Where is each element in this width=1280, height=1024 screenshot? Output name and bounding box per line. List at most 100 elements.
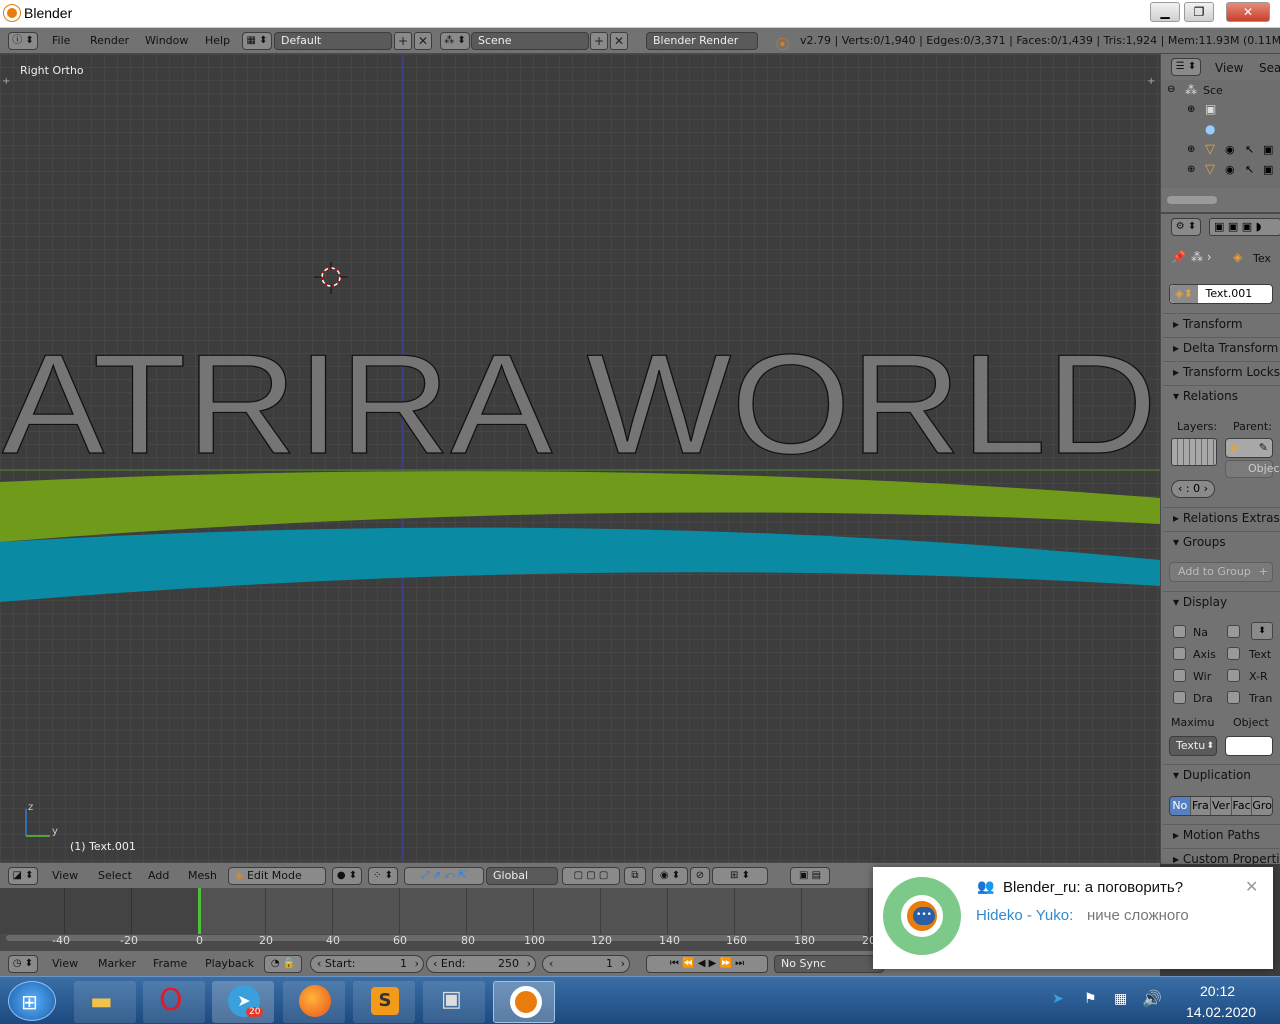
menu-mesh[interactable]: Mesh	[188, 869, 217, 882]
menu-view[interactable]: View	[52, 957, 78, 970]
checkbox[interactable]	[1173, 669, 1186, 682]
checkbox[interactable]	[1173, 647, 1186, 660]
scene-field[interactable]: Scene	[471, 32, 589, 50]
flag-tray-icon[interactable]: ⚑	[1084, 991, 1097, 1007]
snap-toggle[interactable]: ⊘	[690, 867, 710, 885]
sync-select[interactable]: No Sync	[774, 955, 884, 973]
add-scene-button[interactable]: +	[590, 32, 608, 50]
add-to-group-button[interactable]: Add to Group +	[1169, 562, 1273, 582]
proportional-edit-select[interactable]: ◉ ⬍	[652, 867, 688, 885]
panel-display[interactable]: ▾ Display	[1163, 591, 1280, 613]
playback-controls[interactable]: ⏮ ⏪ ◀ ▶ ⏩ ⏭	[646, 955, 768, 973]
end-frame-field[interactable]: ‹ End: 250 ›	[426, 955, 536, 973]
expand-icon[interactable]: ⊕	[1187, 164, 1195, 175]
taskbar-sublime[interactable]: S	[353, 981, 415, 1023]
outliner-search-menu[interactable]: Sear	[1259, 61, 1280, 75]
menu-select[interactable]: Select	[98, 869, 132, 882]
camera-render-icon[interactable]: ▣	[1263, 143, 1273, 156]
menu-marker[interactable]: Marker	[98, 957, 136, 970]
outliner-scrollbar[interactable]	[1167, 196, 1217, 204]
panel-relations-extras[interactable]: ▸ Relations Extras	[1163, 507, 1280, 529]
close-button[interactable]: ✕	[1226, 2, 1270, 22]
select-mode-buttons[interactable]: ▢ ▢ ▢	[562, 867, 620, 885]
menu-file[interactable]: File	[52, 34, 70, 47]
menu-window[interactable]: Window	[145, 34, 188, 47]
object-color-swatch[interactable]	[1225, 736, 1273, 756]
clock-date[interactable]: 14.02.2020	[1186, 1004, 1256, 1020]
checkbox[interactable]	[1227, 647, 1240, 660]
minimize-button[interactable]: ▁	[1150, 2, 1180, 22]
taskbar-app[interactable]: ▣	[423, 981, 485, 1023]
properties-editor-icon[interactable]: ⚙ ⬍	[1171, 218, 1201, 236]
dup-verts[interactable]: Ver	[1210, 797, 1231, 815]
shading-select[interactable]: ● ⬍	[332, 867, 362, 885]
volume-tray-icon[interactable]: 🔊	[1142, 989, 1162, 1008]
parent-field[interactable]: ◈ ✎	[1225, 438, 1273, 458]
panel-groups[interactable]: ▾ Groups	[1163, 531, 1280, 553]
network-tray-icon[interactable]: ▦	[1114, 991, 1127, 1007]
notification-toast[interactable]: ••• 👥 Blender_ru: а поговорить? ✕ Hideko…	[873, 867, 1273, 969]
panel-custom-properties[interactable]: ▸ Custom Properti	[1163, 848, 1280, 864]
duplication-options[interactable]: No Fra Ver Fac Gro	[1169, 796, 1273, 816]
cursor-select-icon[interactable]: ↖	[1245, 163, 1254, 176]
pin-icon[interactable]: 📌	[1171, 250, 1186, 264]
menu-help[interactable]: Help	[205, 34, 230, 47]
menu-view[interactable]: View	[52, 869, 78, 882]
taskbar-opera[interactable]: O	[143, 981, 205, 1023]
start-button[interactable]: ⊞	[8, 981, 56, 1021]
panel-relations[interactable]: ▾ Relations	[1163, 385, 1280, 407]
taskbar-explorer[interactable]: ▬	[74, 981, 136, 1023]
maximize-button[interactable]: ❐	[1184, 2, 1214, 22]
menu-render[interactable]: Render	[90, 34, 129, 47]
playhead[interactable]	[198, 888, 201, 934]
checkbox[interactable]	[1173, 691, 1186, 704]
pivot-select[interactable]: ⁘ ⬍	[368, 867, 398, 885]
dup-faces[interactable]: Fac	[1230, 797, 1252, 815]
panel-motion-paths[interactable]: ▸ Motion Paths	[1163, 824, 1280, 846]
checkbox[interactable]	[1227, 625, 1240, 638]
taskbar-blender[interactable]	[493, 981, 555, 1023]
screen-layout-field[interactable]: Default	[274, 32, 392, 50]
outliner-scene-item[interactable]: Sce	[1203, 84, 1223, 97]
expand-icon[interactable]: ⊕	[1187, 104, 1195, 115]
current-frame-field[interactable]: ‹ 1 ›	[542, 955, 630, 973]
dup-frames[interactable]: Fra	[1189, 797, 1211, 815]
panel-transform[interactable]: ▸ Transform	[1163, 313, 1280, 335]
outliner-view-menu[interactable]: View	[1215, 61, 1243, 75]
dup-group[interactable]: Gro	[1251, 797, 1272, 815]
manipulator-toggle[interactable]: ⤢ ⇗ ⤺ ⇱	[404, 867, 484, 885]
close-icon[interactable]: ✕	[1245, 877, 1258, 896]
outliner-editor-icon[interactable]: ☰ ⬍	[1171, 58, 1201, 76]
remove-layout-button[interactable]: ✕	[414, 32, 432, 50]
object-name-field[interactable]: ◈⬍ Text.001	[1169, 284, 1273, 304]
panel-transform-locks[interactable]: ▸ Transform Locks	[1163, 361, 1280, 383]
auto-key-toggle[interactable]: ◔ 🔒	[264, 955, 302, 973]
add-layout-button[interactable]: +	[394, 32, 412, 50]
camera-render-icon[interactable]: ▣	[1263, 163, 1273, 176]
menu-add[interactable]: Add	[148, 869, 169, 882]
start-frame-field[interactable]: ‹ Start: 1 ›	[310, 955, 424, 973]
collapse-icon[interactable]: ⊖	[1167, 84, 1175, 95]
clock-time[interactable]: 20:12	[1200, 983, 1235, 999]
render-buttons[interactable]: ▣ ▤	[790, 867, 830, 885]
telegram-tray-icon[interactable]: ➤	[1052, 991, 1064, 1007]
snap-element-select[interactable]: ⊞ ⬍	[712, 867, 768, 885]
orientation-select[interactable]: Global	[486, 867, 558, 885]
panel-divider[interactable]	[1161, 212, 1280, 214]
parent-type-field[interactable]: Objec	[1225, 460, 1280, 478]
editor-type-button[interactable]: ⓘ ⬍	[8, 32, 38, 50]
layers-grid[interactable]	[1171, 438, 1217, 466]
eye-icon[interactable]: ◉	[1225, 163, 1235, 176]
scene-icon[interactable]: ⁂ ⬍	[440, 32, 470, 50]
spinner-field[interactable]: ⬍	[1251, 622, 1273, 640]
pass-index-field[interactable]: ‹ : 0 ›	[1171, 480, 1215, 498]
3d-viewport[interactable]: Right Ortho + + ATRIRA WORLD z y (1) Tex…	[0, 54, 1160, 862]
checkbox[interactable]	[1227, 669, 1240, 682]
dup-none[interactable]: No	[1170, 797, 1190, 815]
panel-delta-transform[interactable]: ▸ Delta Transform	[1163, 337, 1280, 359]
remove-scene-button[interactable]: ✕	[610, 32, 628, 50]
properties-context-tabs[interactable]: ▣ ▣ ▣ ◗	[1209, 218, 1280, 236]
render-engine-select[interactable]: Blender Render	[646, 32, 758, 50]
menu-frame[interactable]: Frame	[153, 957, 187, 970]
panel-duplication[interactable]: ▾ Duplication	[1163, 764, 1280, 786]
